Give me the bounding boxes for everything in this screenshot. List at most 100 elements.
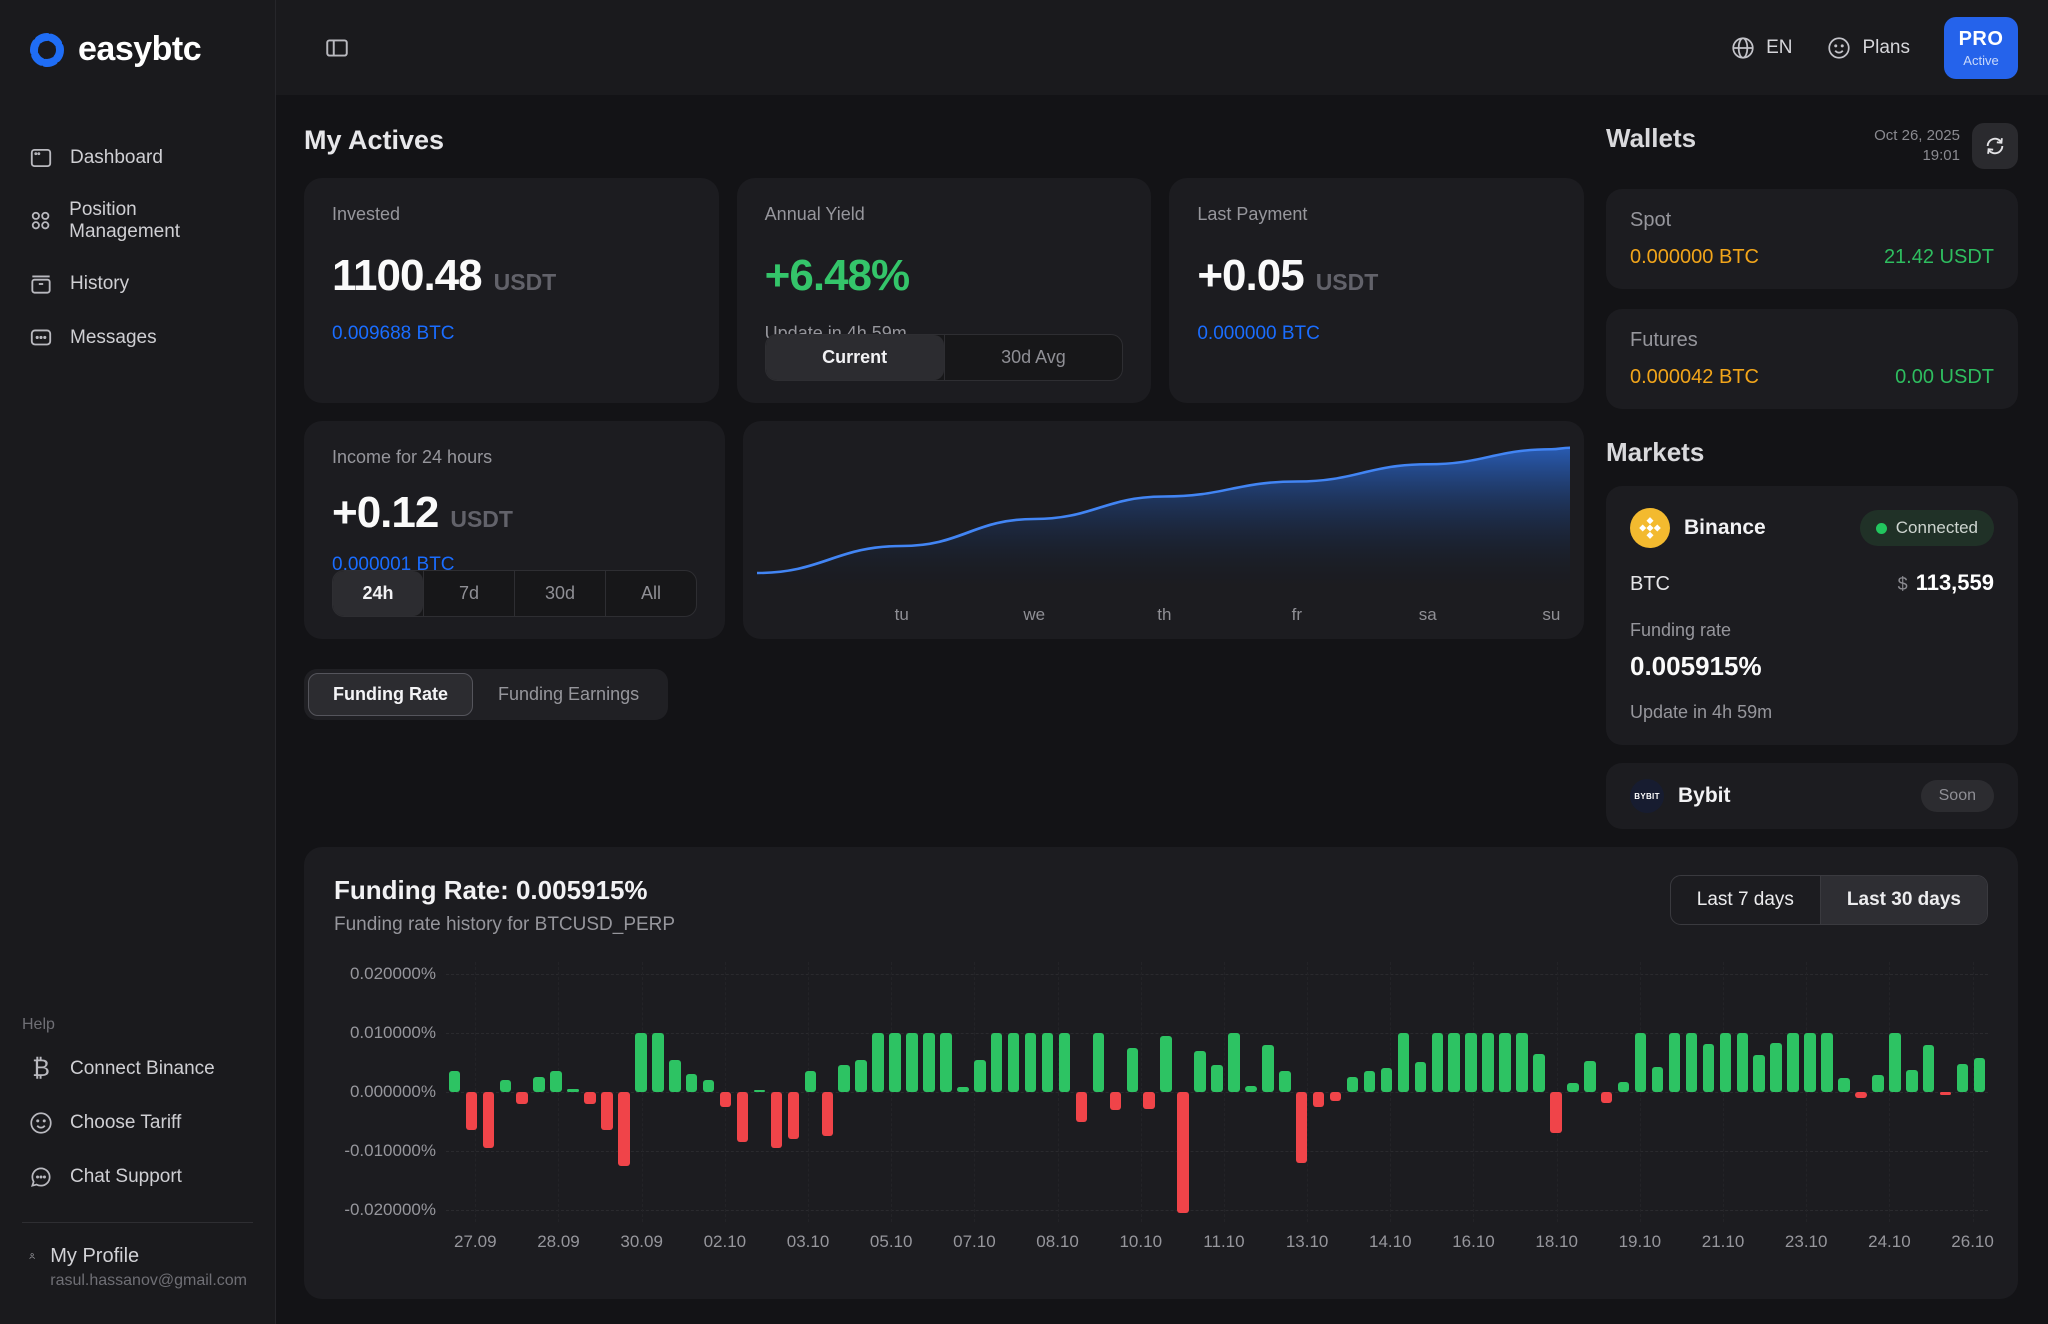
funding-bar-negative [1110,1092,1122,1110]
wallet-name: Spot [1630,209,1994,232]
weekday-label-tu: tu [895,605,909,625]
refresh-button[interactable] [1972,123,2018,169]
wallets-time: 19:01 [1874,146,1960,166]
weekday-label-th: th [1157,605,1171,625]
sidebar-nav: DashboardPosition ManagementHistoryMessa… [0,131,275,365]
funding-bar-positive [1889,1033,1901,1092]
sidebar-item-history[interactable]: History [0,257,275,311]
range-button-last-7-days[interactable]: Last 7 days [1671,876,1820,924]
help-item-chat-support[interactable]: Chat Support [0,1150,275,1204]
funding-bar-positive [1516,1033,1528,1092]
help-item-choose-tariff[interactable]: Choose Tariff [0,1096,275,1150]
funding-bar-positive [1279,1071,1291,1092]
v-gridline [974,962,975,1222]
income-tab-24h[interactable]: 24h [333,571,423,616]
y-tick-label: -0.010000% [344,1141,436,1161]
x-tick-label: 28.09 [537,1232,580,1252]
yield-tab-30d-avg[interactable]: 30d Avg [944,335,1123,380]
x-tick-label: 26.10 [1951,1232,1994,1252]
x-tick-label: 13.10 [1286,1232,1329,1252]
easybtc-logo-icon [28,31,66,69]
funding-bar-positive [1872,1075,1884,1092]
stats-cards-row: Invested 1100.48 USDT 0.009688 BTC Annua… [304,178,1584,403]
funding-bar-negative [584,1092,596,1104]
funding-bar-positive [1347,1077,1359,1092]
sidebar-item-messages[interactable]: Messages [0,311,275,365]
sidebar: easybtc DashboardPosition ManagementHist… [0,0,276,1324]
funding-rate-value: 0.005915% [1630,651,1994,682]
funding-panel-subtitle: Funding rate history for BTCUSD_PERP [334,914,675,936]
bybit-status-badge: Soon [1921,780,1994,812]
funding-bar-positive [1584,1061,1596,1092]
binance-status-badge: Connected [1860,510,1994,546]
funding-bar-negative [1177,1092,1189,1213]
language-switcher[interactable]: EN [1730,35,1792,61]
invested-card: Invested 1100.48 USDT 0.009688 BTC [304,178,719,403]
income-tab-7d[interactable]: 7d [423,571,514,616]
income-tab-all[interactable]: All [605,571,696,616]
v-gridline [642,962,643,1222]
wallet-usdt: 0.00 USDT [1895,366,1994,389]
annual-yield-tabs: Current30d Avg [765,334,1124,381]
profile-item[interactable]: My Profile rasul.hassanov@gmail.com [0,1237,275,1298]
tab-funding-earnings[interactable]: Funding Earnings [473,673,664,716]
wallets-date: Oct 26, 2025 [1874,126,1960,146]
brand[interactable]: easybtc [0,0,275,95]
weekday-axis: tuwethfrsasu [757,605,1570,625]
v-gridline [1390,962,1391,1222]
bybit-logo-icon: BYBIT [1630,779,1664,813]
funding-bar-positive [855,1060,867,1093]
funding-bar-positive [1448,1033,1460,1092]
pro-plan-button[interactable]: PRO Active [1944,17,2018,79]
sidebar-toggle-button[interactable] [316,27,358,69]
income-currency: USDT [450,506,513,533]
funding-bar-negative [788,1092,800,1139]
wallets-title: Wallets [1606,123,1696,154]
page-title: My Actives [304,125,1584,156]
top-area: My Actives Invested 1100.48 USDT 0.00968… [304,117,2018,829]
plans-link[interactable]: Plans [1826,35,1910,61]
smiley-icon [28,1110,54,1136]
funding-bar-positive [1923,1045,1935,1092]
funding-bar-positive [974,1060,986,1093]
funding-bar-positive [1381,1068,1393,1092]
app-root: easybtc DashboardPosition ManagementHist… [0,0,2048,1324]
last-payment-btc[interactable]: 0.000000 BTC [1197,323,1556,345]
income-card: Income for 24 hours +0.12 USDT 0.000001 … [304,421,725,639]
y-tick-label: 0.020000% [350,964,436,984]
funding-bar-positive [1059,1033,1071,1092]
income-area-chart-card: tuwethfrsasu [743,421,1584,639]
invested-btc[interactable]: 0.009688 BTC [332,323,691,345]
v-gridline [1723,962,1724,1222]
funding-bar-positive [1804,1033,1816,1092]
funding-chart-plot [446,962,1988,1222]
h-gridline [446,1151,1988,1152]
funding-bar-negative [737,1092,749,1142]
x-tick-label: 21.10 [1702,1232,1745,1252]
sidebar-item-position-management[interactable]: Position Management [0,185,275,257]
profile-name: My Profile [50,1245,247,1268]
markets-title: Markets [1606,437,2018,468]
x-tick-label: 23.10 [1785,1232,1828,1252]
tab-funding-rate[interactable]: Funding Rate [308,673,473,716]
funding-bar-positive [1499,1033,1511,1092]
funding-bar-negative [516,1092,528,1104]
x-tick-label: 11.10 [1203,1232,1244,1252]
help-item-connect-binance[interactable]: ₿Connect Binance [0,1042,275,1096]
content: My Actives Invested 1100.48 USDT 0.00968… [276,95,2048,1324]
funding-bar-positive [940,1033,952,1092]
range-button-last-30-days[interactable]: Last 30 days [1820,876,1987,924]
funding-bar-negative [1330,1092,1342,1101]
invested-value: 1100.48 [332,251,482,301]
funding-bar-positive [635,1033,647,1092]
pro-status: Active [1963,53,1998,68]
yield-tab-current[interactable]: Current [766,335,944,380]
funding-rate-label: Funding rate [1630,620,1994,641]
content-left: My Actives Invested 1100.48 USDT 0.00968… [304,117,1584,829]
funding-bar-positive [1042,1033,1054,1092]
funding-bar-positive [1093,1033,1105,1092]
funding-bar-positive [1262,1045,1274,1092]
sidebar-item-dashboard[interactable]: Dashboard [0,131,275,185]
h-gridline [446,974,1988,975]
income-tab-30d[interactable]: 30d [514,571,605,616]
